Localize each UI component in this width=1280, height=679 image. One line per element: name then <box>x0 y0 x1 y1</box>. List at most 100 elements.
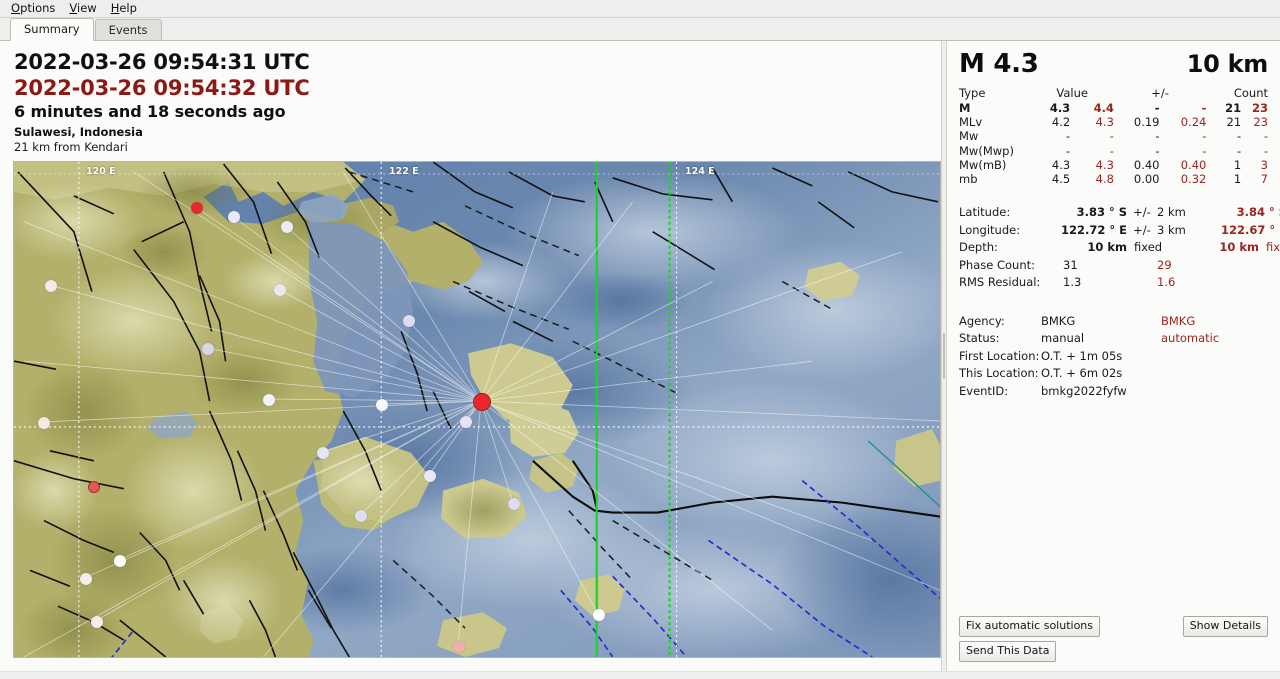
mag-count-auto: 3 <box>1260 157 1268 172</box>
agency-label: Agency: <box>959 313 1005 328</box>
menu-help-label: elp <box>119 1 137 15</box>
station-marker[interactable] <box>317 447 329 459</box>
col-count: Count <box>1233 86 1268 100</box>
longitude-manual-value: 122.72 ° E <box>1061 222 1127 237</box>
mag-value-manual: 4.2 <box>1051 115 1071 130</box>
mag-count-auto: - <box>1263 143 1268 158</box>
this-location-label: This Location: <box>959 366 1039 381</box>
magnitude-row[interactable]: Mw(Mwp) - - - - - - <box>955 144 1270 158</box>
station-marker[interactable] <box>355 510 367 522</box>
mag-value-auto: 4.4 <box>1093 101 1114 115</box>
station-marker[interactable] <box>45 280 57 292</box>
station-marker[interactable] <box>424 470 436 482</box>
row-rms-residual: RMS Residual: 1.3 1.6 <box>959 274 1270 292</box>
magnitude-row[interactable]: M 4.3 4.4 - - 21 23 <box>955 101 1270 115</box>
longitude-manual-pm: +/- <box>1133 222 1151 237</box>
mag-err-auto: 0.40 <box>1180 157 1207 172</box>
phase-count-auto-value: 29 <box>1157 257 1172 272</box>
mag-type: mb <box>959 172 978 187</box>
menu-bar: Options View Help <box>0 0 1280 18</box>
magnitude-row[interactable]: mb 4.5 4.8 0.00 0.32 1 7 <box>955 172 1270 186</box>
epicenter-marker[interactable] <box>473 393 491 411</box>
tab-events[interactable]: Events <box>94 19 162 40</box>
mag-err-auto: 0.32 <box>1180 172 1207 187</box>
station-marker[interactable] <box>228 211 240 223</box>
latitude-label: Latitude: <box>959 205 1011 220</box>
station-marker[interactable] <box>191 202 203 214</box>
station-marker[interactable] <box>508 498 520 510</box>
mag-err-auto: - <box>1202 129 1207 144</box>
station-marker[interactable] <box>460 416 472 428</box>
mag-count-manual: 1 <box>1233 172 1242 187</box>
agency-manual-value: BMKG <box>1041 313 1076 328</box>
magnitude-row[interactable]: Mw(mB) 4.3 4.3 0.40 0.40 1 3 <box>955 158 1270 172</box>
send-this-data-button[interactable]: Send This Data <box>959 641 1057 662</box>
station-marker[interactable] <box>91 616 103 628</box>
station-marker[interactable] <box>403 315 415 327</box>
mag-value-manual: 4.3 <box>1049 101 1071 115</box>
station-marker[interactable] <box>202 343 214 355</box>
fix-automatic-solutions-button[interactable]: Fix automatic solutions <box>959 616 1101 637</box>
region-name: Sulawesi, Indonesia <box>14 125 143 139</box>
info-pane: M 4.3 10 km Type Value +/- Count M 4.3 4.4… <box>947 41 1280 671</box>
magnitude-row[interactable]: MLv 4.2 4.3 0.19 0.24 21 23 <box>955 115 1270 129</box>
magnitude-row[interactable]: Mw - - - - - - <box>955 129 1270 143</box>
station-marker[interactable] <box>376 399 388 411</box>
latitude-manual-pm: +/- <box>1133 205 1151 220</box>
mag-err-manual: 0.40 <box>1133 157 1160 172</box>
show-details-button[interactable]: Show Details <box>1182 616 1268 637</box>
col-value: Value <box>1056 86 1088 100</box>
rms-residual-label: RMS Residual: <box>959 275 1041 290</box>
depth-manual-flag: fixed <box>1134 240 1163 255</box>
menu-view[interactable]: View <box>62 0 103 17</box>
menu-options[interactable]: Options <box>4 0 62 17</box>
mag-value-auto: - <box>1109 129 1114 144</box>
row-this-location: This Location: O.T. + 6m 02s <box>959 365 1270 383</box>
tab-summary[interactable]: Summary <box>10 18 94 41</box>
mag-count-auto: 23 <box>1251 101 1268 115</box>
menu-options-label: ptions <box>20 1 56 15</box>
mag-count-auto: 7 <box>1260 172 1268 187</box>
station-marker[interactable] <box>80 573 92 585</box>
mag-value-manual: 4.5 <box>1051 172 1071 187</box>
mag-err-auto: - <box>1201 101 1207 115</box>
mag-value-manual: - <box>1066 129 1071 144</box>
station-marker[interactable] <box>38 417 50 429</box>
station-marker[interactable] <box>114 555 126 567</box>
magnitude-table: Type Value +/- Count M 4.3 4.4- -21 23 MLv 4.2… <box>955 86 1270 186</box>
event-summary-window: Options View Help Summary Events 2022-03… <box>0 0 1280 679</box>
station-marker[interactable] <box>593 609 605 621</box>
map-view[interactable]: 120 E 122 E 124 E <box>13 161 941 658</box>
status-label: Status: <box>959 331 1000 346</box>
mag-value-auto: - <box>1109 143 1114 158</box>
mag-count-auto: 23 <box>1253 115 1268 130</box>
mag-count-manual: 21 <box>1226 115 1242 130</box>
mag-err-auto: 0.24 <box>1180 115 1207 130</box>
secondary-epicenter-marker[interactable] <box>88 481 100 493</box>
menu-help[interactable]: Help <box>104 0 144 17</box>
mag-count-manual: - <box>1237 143 1242 158</box>
station-marker[interactable] <box>281 221 293 233</box>
longitude-manual-uncertainty: 3 km <box>1157 222 1186 237</box>
map-canvas[interactable]: 120 E 122 E 124 E <box>14 162 940 657</box>
mag-type: M <box>959 101 971 115</box>
latitude-manual-uncertainty: 2 km <box>1157 205 1186 220</box>
mag-type: Mw(mB) <box>959 157 1007 172</box>
elapsed-time: 6 minutes and 18 seconds ago <box>14 102 286 121</box>
menu-view-mnemonic: V <box>69 1 78 15</box>
nearest-city: 21 km from Kendari <box>14 140 128 154</box>
mag-value-auto: 4.8 <box>1095 172 1114 187</box>
grid-label-124e: 124 E <box>685 166 715 177</box>
station-marker[interactable] <box>274 284 286 296</box>
mag-type: Mw(Mwp) <box>959 143 1014 158</box>
row-status: Status: manual automatic <box>959 330 1270 348</box>
metadata-block: Agency: BMKG BMKG Status: manual automat… <box>955 313 1270 401</box>
summary-depth: 10 km <box>1186 50 1269 78</box>
status-auto-value: automatic <box>1161 331 1220 346</box>
origin-time-manual: 2022-03-26 09:54:31 UTC <box>14 50 310 74</box>
event-id-value: bmkg2022fyfw <box>1041 383 1127 398</box>
station-marker[interactable] <box>453 641 465 653</box>
row-longitude: Longitude: 122.72 ° E +/- 3 km 122.67 ° … <box>959 222 1280 240</box>
status-manual-value: manual <box>1041 331 1085 346</box>
station-marker[interactable] <box>263 394 275 406</box>
